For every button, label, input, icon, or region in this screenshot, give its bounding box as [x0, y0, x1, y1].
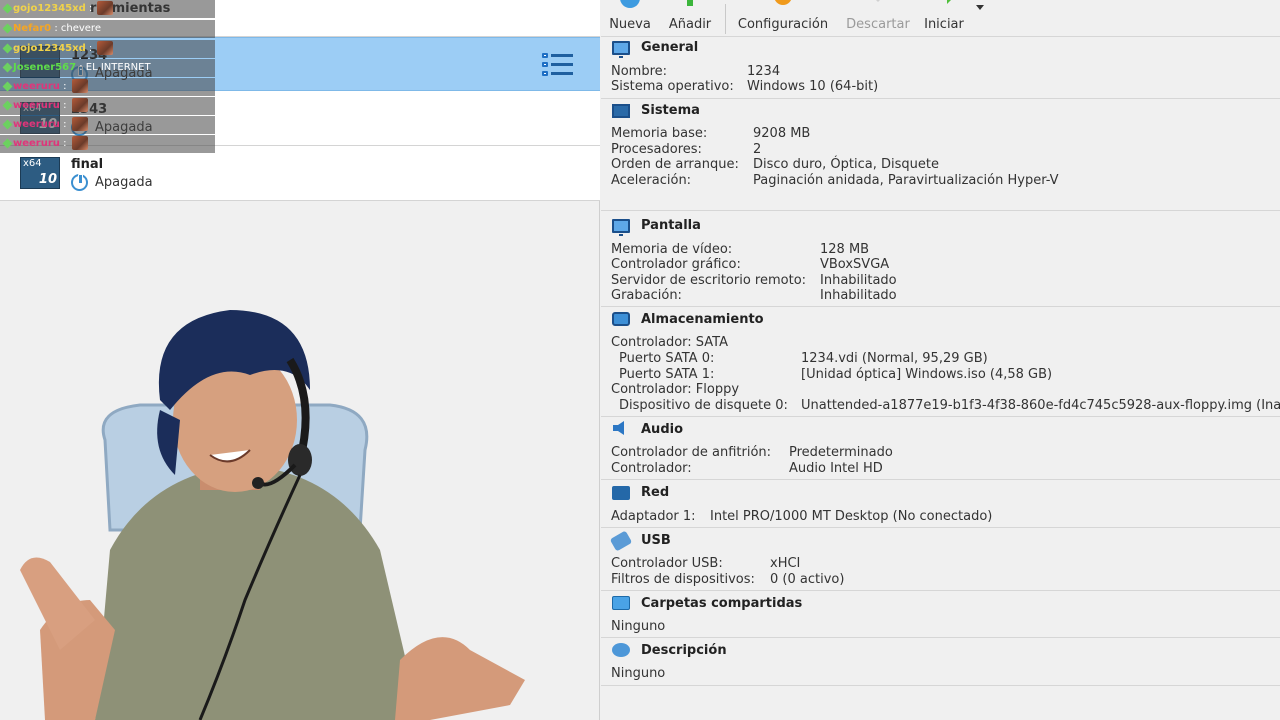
- chat-username: gojo12345xd: [13, 43, 86, 54]
- chip-icon: [612, 104, 630, 118]
- chat-emote-icon: [71, 79, 88, 93]
- chat-message: Nefar0 : chevere: [0, 20, 215, 38]
- chat-text: EL INTERNET: [85, 62, 151, 73]
- folder-icon: [612, 596, 630, 610]
- chat-badge-icon: [2, 62, 13, 72]
- section-pantalla: Pantalla Memoria de vídeo: 128 MB Contro…: [601, 211, 1280, 307]
- chat-message: gojo12345xd :: [0, 0, 215, 18]
- chat-username: Josener567: [13, 62, 77, 73]
- chat-username: weeruru: [13, 100, 60, 111]
- section-title: Carpetas compartidas: [641, 596, 803, 611]
- chat-badge-icon: [2, 119, 13, 129]
- main-toolbar: Nueva Añadir Configuración Descartar Ini…: [601, 0, 1280, 37]
- start-button[interactable]: Iniciar: [921, 0, 967, 37]
- chat-message: weeruru :: [0, 135, 215, 153]
- section-descripcion: Descripción Ninguno: [601, 638, 1280, 686]
- chat-message: weeruru :: [0, 116, 215, 134]
- section-title: Descripción: [641, 643, 727, 658]
- section-title: General: [641, 40, 699, 55]
- settings-button[interactable]: Configuración: [734, 0, 832, 37]
- add-plus-icon: [687, 0, 693, 6]
- power-off-icon: [71, 174, 88, 191]
- display-icon: [612, 219, 630, 236]
- section-title: Pantalla: [641, 218, 701, 233]
- section-red: Red Adaptador 1: Intel PRO/1000 MT Deskt…: [601, 480, 1280, 528]
- settings-gear-icon: [774, 0, 792, 5]
- chat-username: Nefar0: [13, 23, 52, 34]
- chat-badge-icon: [2, 81, 13, 91]
- vm-state: Apagada: [95, 175, 153, 190]
- chat-badge-icon: [2, 138, 13, 148]
- chat-username: weeruru: [13, 81, 60, 92]
- chat-badge-icon: [2, 43, 13, 53]
- stream-chat-overlay: gojo12345xd : Nefar0 : chevere gojo12345x…: [0, 0, 215, 153]
- chat-username: weeruru: [13, 138, 60, 149]
- section-carpetas-compartidas: Carpetas compartidas Ninguno: [601, 591, 1280, 638]
- section-title: Sistema: [641, 103, 700, 118]
- vm-item[interactable]: x64 10 final Apagada: [0, 146, 600, 201]
- chat-emote-icon: [97, 1, 114, 15]
- usb-icon: [609, 530, 633, 552]
- list-view-icon[interactable]: [542, 53, 574, 77]
- monitor-icon: [612, 41, 630, 58]
- new-button[interactable]: Nueva: [607, 0, 653, 37]
- vm-name: final: [71, 157, 104, 172]
- section-title: Audio: [641, 422, 684, 437]
- section-title: Almacenamiento: [641, 312, 764, 327]
- chat-username: gojo12345xd: [13, 3, 86, 14]
- section-general: General Nombre: 1234 Sistema operativo: …: [601, 37, 1280, 99]
- vm-os-thumbnail: x64 10: [20, 157, 60, 189]
- description-icon: [612, 643, 630, 657]
- start-dropdown-chevron-icon[interactable]: [976, 5, 984, 11]
- chat-emote-icon: [71, 136, 88, 150]
- speaker-icon: [613, 421, 624, 435]
- discard-button[interactable]: Descartar: [845, 0, 911, 37]
- chat-text: chevere: [60, 23, 101, 34]
- chat-emote-icon: [97, 41, 114, 55]
- chat-badge-icon: [2, 23, 13, 33]
- chat-username: weeruru: [13, 119, 60, 130]
- section-audio: Audio Controlador de anfitrión: Predeter…: [601, 417, 1280, 480]
- section-sistema: Sistema Memoria base: 9208 MB Procesador…: [601, 99, 1280, 211]
- chat-message: weeruru :: [0, 97, 215, 115]
- start-arrow-icon: [947, 0, 951, 4]
- section-almacenamiento: Almacenamiento Controlador: SATA Puerto …: [601, 307, 1280, 417]
- chat-badge-icon: [2, 3, 13, 13]
- chat-emote-icon: [71, 98, 88, 112]
- section-title: Red: [641, 485, 670, 500]
- vm-details-pane: Nueva Añadir Configuración Descartar Ini…: [601, 0, 1280, 720]
- discard-arrow-icon: [876, 0, 880, 2]
- chat-emote-icon: [71, 117, 88, 131]
- chat-message: weeruru :: [0, 78, 215, 96]
- add-button[interactable]: Añadir: [665, 0, 715, 37]
- chat-message: Josener567 : EL INTERNET: [0, 59, 215, 77]
- section-title: USB: [641, 533, 671, 548]
- chat-badge-icon: [2, 100, 13, 110]
- section-usb: USB Controlador USB: xHCI Filtros de dis…: [601, 528, 1280, 591]
- chat-message: gojo12345xd :: [0, 40, 215, 58]
- storage-disk-icon: [612, 312, 630, 326]
- network-icon: [612, 486, 630, 500]
- new-gear-icon: [620, 0, 640, 8]
- webcam-overlay: [20, 310, 525, 720]
